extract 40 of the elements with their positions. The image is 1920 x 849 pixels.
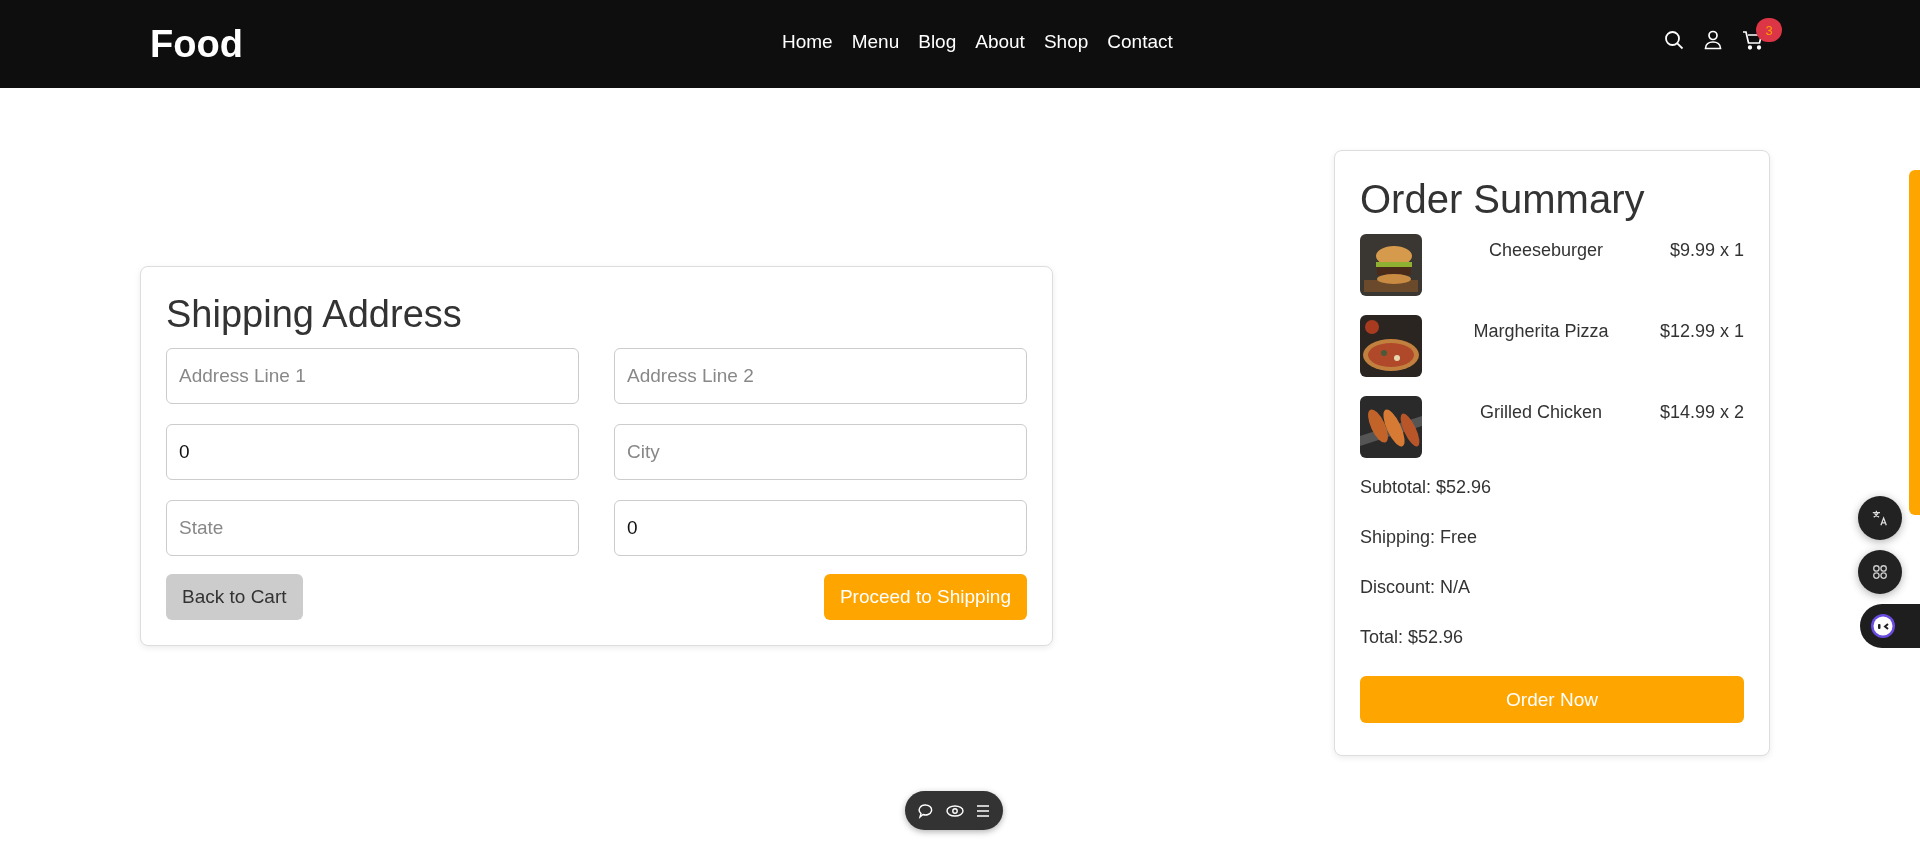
back-to-cart-button[interactable]: Back to Cart: [166, 574, 303, 620]
input-field[interactable]: State: [166, 500, 579, 556]
item-name: Cheeseburger: [1487, 240, 1604, 261]
summary-line: Discount: N/A: [1360, 577, 1472, 598]
item-price: $14.99 x 2: [1659, 402, 1744, 423]
item-price: $12.99 x 1: [1659, 321, 1744, 342]
item-name: Margherita Pizza: [1472, 321, 1610, 342]
nav-link[interactable]: Home: [782, 31, 833, 53]
input-field[interactable]: Address Line 2: [614, 348, 1027, 404]
input-field[interactable]: 0: [614, 500, 1027, 556]
logo[interactable]: Food: [150, 22, 243, 66]
item-name: Grilled Chicken: [1478, 402, 1603, 423]
menu-icon[interactable]: [976, 803, 990, 818]
item-price: $9.99 x 1: [1669, 240, 1744, 261]
nav-link[interactable]: Shop: [1043, 31, 1089, 53]
input-field[interactable]: Address Line 1: [166, 348, 579, 404]
nav-link[interactable]: Contact: [1107, 31, 1173, 53]
nav-link[interactable]: Menu: [851, 31, 900, 53]
shipping-title: Shipping Address: [166, 293, 463, 336]
cart-icon[interactable]: [1742, 30, 1764, 50]
eye-icon[interactable]: [946, 803, 964, 818]
summary-line: Shipping: Free: [1360, 527, 1479, 548]
translate-button[interactable]: [1858, 496, 1902, 540]
summary-line: Total: $52.96: [1360, 627, 1465, 648]
nav-link[interactable]: About: [975, 31, 1025, 53]
chat-icon[interactable]: [918, 802, 934, 819]
summary-title: Order Summary: [1360, 177, 1646, 222]
input-field[interactable]: 0: [166, 424, 579, 480]
assistant-icon: [1870, 613, 1896, 639]
summary-line: Subtotal: $52.96: [1360, 477, 1493, 498]
user-icon[interactable]: [1704, 30, 1722, 50]
apps-icon: [1871, 563, 1889, 581]
cart-count-badge: 3: [1756, 18, 1782, 42]
apps-button[interactable]: [1858, 550, 1902, 594]
input-field[interactable]: City: [614, 424, 1027, 480]
scrollbar-thumb[interactable]: [1909, 170, 1920, 515]
assistant-button[interactable]: [1860, 604, 1920, 648]
search-icon[interactable]: [1664, 30, 1684, 50]
nav-link[interactable]: Blog: [918, 31, 957, 53]
translate-icon: [1871, 509, 1889, 527]
